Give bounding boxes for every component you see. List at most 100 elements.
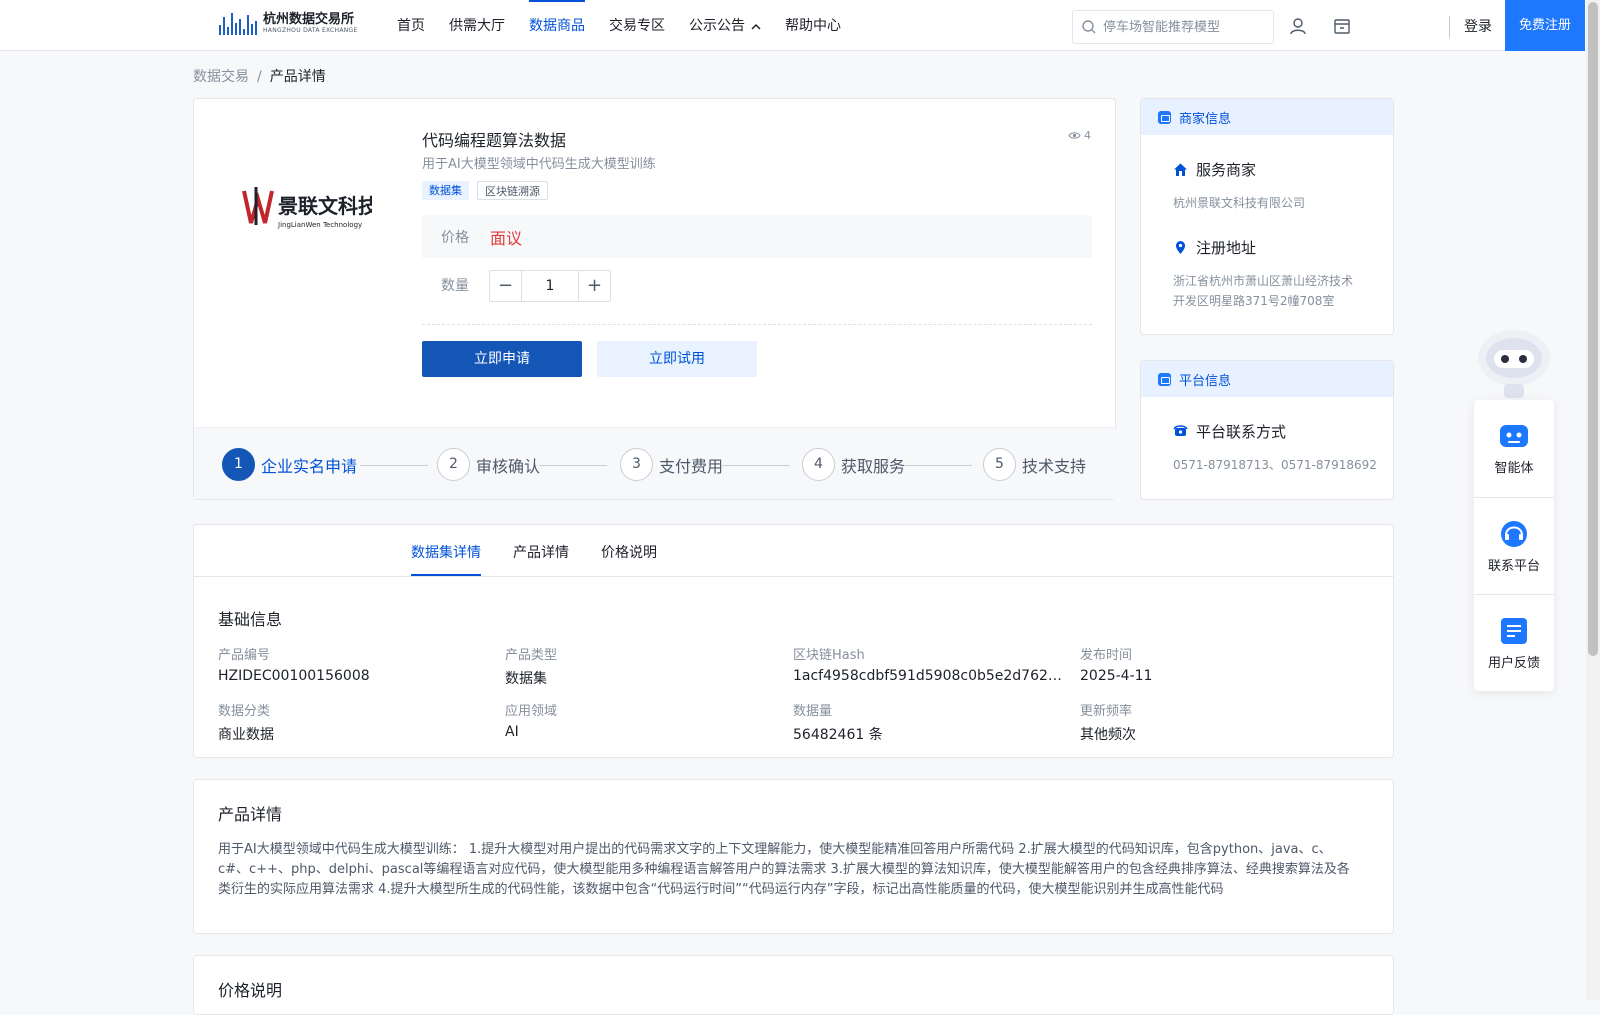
merchant-info-header: 商家信息 — [1141, 99, 1393, 135]
logo-title: 杭州数据交易所 — [263, 11, 355, 27]
page-scrollbar[interactable] — [1586, 0, 1600, 1000]
step-3-label: 支付费用 — [659, 456, 724, 476]
tab-dataset-detail[interactable]: 数据集详情 — [411, 539, 481, 577]
merchant-info-card: 商家信息 服务商家 杭州景联文科技有限公司 注册地址 浙江省杭州市萧山区萧山经济… — [1140, 98, 1394, 335]
apply-now-button[interactable]: 立即申请 — [422, 341, 582, 377]
product-detail-title: 产品详情 — [218, 805, 283, 824]
nav-help-center[interactable]: 帮助中心 — [785, 0, 841, 51]
field-label: 数据分类 — [218, 704, 271, 719]
nav-announcements-label: 公示公告 — [689, 18, 745, 34]
search-input[interactable] — [1103, 19, 1263, 35]
field-value: HZIDEC00100156008 — [218, 668, 370, 684]
price-info-card: 价格说明 — [193, 955, 1394, 1015]
platform-contact-row: 平台联系方式 — [1173, 421, 1286, 442]
merchant-info-icon — [1158, 110, 1171, 124]
breadcrumb: 数据交易 / 产品详情 — [193, 66, 326, 86]
floating-menu: 智能体 联系平台 用户反馈 — [1474, 400, 1554, 691]
float-feedback-button[interactable]: 用户反馈 — [1474, 594, 1554, 691]
product-detail-card: 产品详情 用于AI大模型领域中代码生成大模型训练： 1.提升大模型对用户提出的代… — [193, 779, 1394, 934]
detail-tabs: 数据集详情 产品详情 价格说明 — [411, 539, 657, 577]
float-contact-button[interactable]: 联系平台 — [1474, 497, 1554, 594]
quantity-decrement-button[interactable]: − — [490, 271, 521, 301]
price-box: 价格 面议 — [422, 215, 1092, 258]
assistant-robot-icon[interactable] — [1474, 322, 1554, 402]
price-value: 面议 — [490, 229, 523, 248]
nav-trading-zone[interactable]: 交易专区 — [609, 0, 665, 51]
product-logo: 景联文科技 JingLianWen Technology — [242, 187, 372, 229]
quantity-input[interactable]: 1 — [521, 271, 579, 301]
field-label: 区块链Hash — [793, 648, 865, 663]
field-publish-date: 发布时间 2025-4-11 — [1080, 644, 1340, 684]
step-5: 5 技术支持 — [983, 448, 1086, 481]
dataset-detail-card: 数据集详情 产品详情 价格说明 基础信息 产品编号 HZIDEC00100156… — [193, 524, 1394, 758]
logo-subtitle: HANGZHOU DATA EXCHANGE — [263, 26, 358, 34]
nav-supply-demand[interactable]: 供需大厅 — [449, 0, 505, 51]
register-button[interactable]: 免费注册 — [1505, 0, 1585, 51]
service-merchant-value: 杭州景联文科技有限公司 — [1173, 196, 1306, 210]
product-detail-text: 用于AI大模型领域中代码生成大模型训练： 1.提升大模型对用户提出的代码需求文字… — [218, 842, 1350, 897]
phone-icon — [1173, 425, 1188, 436]
float-agent-button[interactable]: 智能体 — [1474, 400, 1554, 497]
registered-address-value: 浙江省杭州市萧山区萧山经济技术 开发区明星路371号2幢708室 — [1173, 271, 1353, 311]
home-icon — [1174, 163, 1187, 176]
tag-dataset: 数据集 — [422, 181, 469, 200]
platform-contact-value: 0571-87918713、0571-87918692 — [1173, 458, 1377, 472]
shop-icon[interactable] — [1332, 16, 1352, 36]
float-contact-label: 联系平台 — [1487, 558, 1540, 574]
chevron-up-icon — [751, 23, 761, 30]
login-link[interactable]: 登录 — [1464, 16, 1492, 36]
registered-address-line2: 开发区明星路371号2幢708室 — [1173, 294, 1335, 308]
breadcrumb-current: 产品详情 — [269, 69, 326, 85]
registered-address-line1: 浙江省杭州市萧山区萧山经济技术 — [1173, 274, 1354, 288]
user-icon[interactable] — [1288, 16, 1308, 36]
platform-info-title: 平台信息 — [1179, 373, 1232, 389]
step-2: 2 审核确认 — [437, 448, 540, 481]
field-label: 产品类型 — [505, 648, 558, 663]
field-value: 其他频次 — [1080, 727, 1136, 743]
float-feedback-label: 用户反馈 — [1487, 655, 1540, 671]
quantity-increment-button[interactable]: + — [579, 271, 610, 301]
platform-info-header: 平台信息 — [1141, 361, 1393, 397]
step-3-number: 3 — [620, 448, 653, 481]
feedback-icon — [1501, 617, 1527, 644]
site-logo[interactable]: 杭州数据交易所 HANGZHOU DATA EXCHANGE — [219, 11, 358, 35]
field-label: 更新频率 — [1080, 704, 1133, 719]
nav-announcements[interactable]: 公示公告 — [689, 0, 761, 51]
nav-home[interactable]: 首页 — [397, 0, 425, 51]
step-1-label: 企业实名申请 — [261, 456, 358, 476]
product-logo-en: JingLianWen Technology — [277, 221, 362, 229]
try-now-button[interactable]: 立即试用 — [597, 341, 757, 377]
basic-info-title: 基础信息 — [218, 610, 283, 629]
scrollbar-thumb[interactable] — [1588, 2, 1598, 656]
view-count-value: 4 — [1084, 129, 1091, 142]
step-2-label: 审核确认 — [476, 456, 541, 476]
top-header: 杭州数据交易所 HANGZHOU DATA EXCHANGE 首页 供需大厅 数… — [0, 0, 1586, 51]
tab-product-detail[interactable]: 产品详情 — [513, 539, 569, 577]
field-blockchain-hash: 区块链Hash 1acf4958cdbf591d5908c0b5e2d76217… — [793, 644, 1069, 684]
product-logo-cn: 景联文科技 — [278, 194, 372, 218]
service-merchant-label: 服务商家 — [1196, 161, 1257, 179]
logo-bars-icon — [219, 11, 257, 35]
location-pin-icon — [1176, 241, 1185, 254]
product-tags: 数据集 区块链溯源 — [422, 181, 548, 200]
platform-info-card: 平台信息 平台联系方式 0571-87918713、0571-87918692 — [1140, 360, 1394, 500]
step-1: 1 企业实名申请 — [222, 448, 357, 481]
product-subtitle: 用于AI大模型领域中代码生成大模型训练 — [422, 157, 656, 172]
nav-data-products[interactable]: 数据商品 — [529, 0, 585, 51]
search-box[interactable] — [1072, 10, 1274, 44]
tab-price-info[interactable]: 价格说明 — [601, 539, 657, 577]
platform-info-icon — [1158, 372, 1171, 386]
search-icon — [1082, 20, 1096, 34]
breadcrumb-separator: / — [257, 69, 262, 85]
field-value: AI — [505, 724, 519, 740]
step-3: 3 支付费用 — [620, 448, 723, 481]
breadcrumb-parent[interactable]: 数据交易 — [193, 69, 249, 85]
float-agent-label: 智能体 — [1494, 461, 1534, 476]
field-label: 应用领域 — [505, 704, 558, 719]
field-label: 发布时间 — [1080, 648, 1133, 663]
process-steps: 1 企业实名申请 2 审核确认 3 支付费用 4 获取服务 5 技术支持 — [194, 427, 1117, 499]
field-value: 商业数据 — [218, 727, 274, 743]
step-connector — [904, 465, 972, 466]
quantity-label: 数量 — [441, 278, 469, 294]
field-product-type: 产品类型 数据集 — [505, 644, 765, 688]
